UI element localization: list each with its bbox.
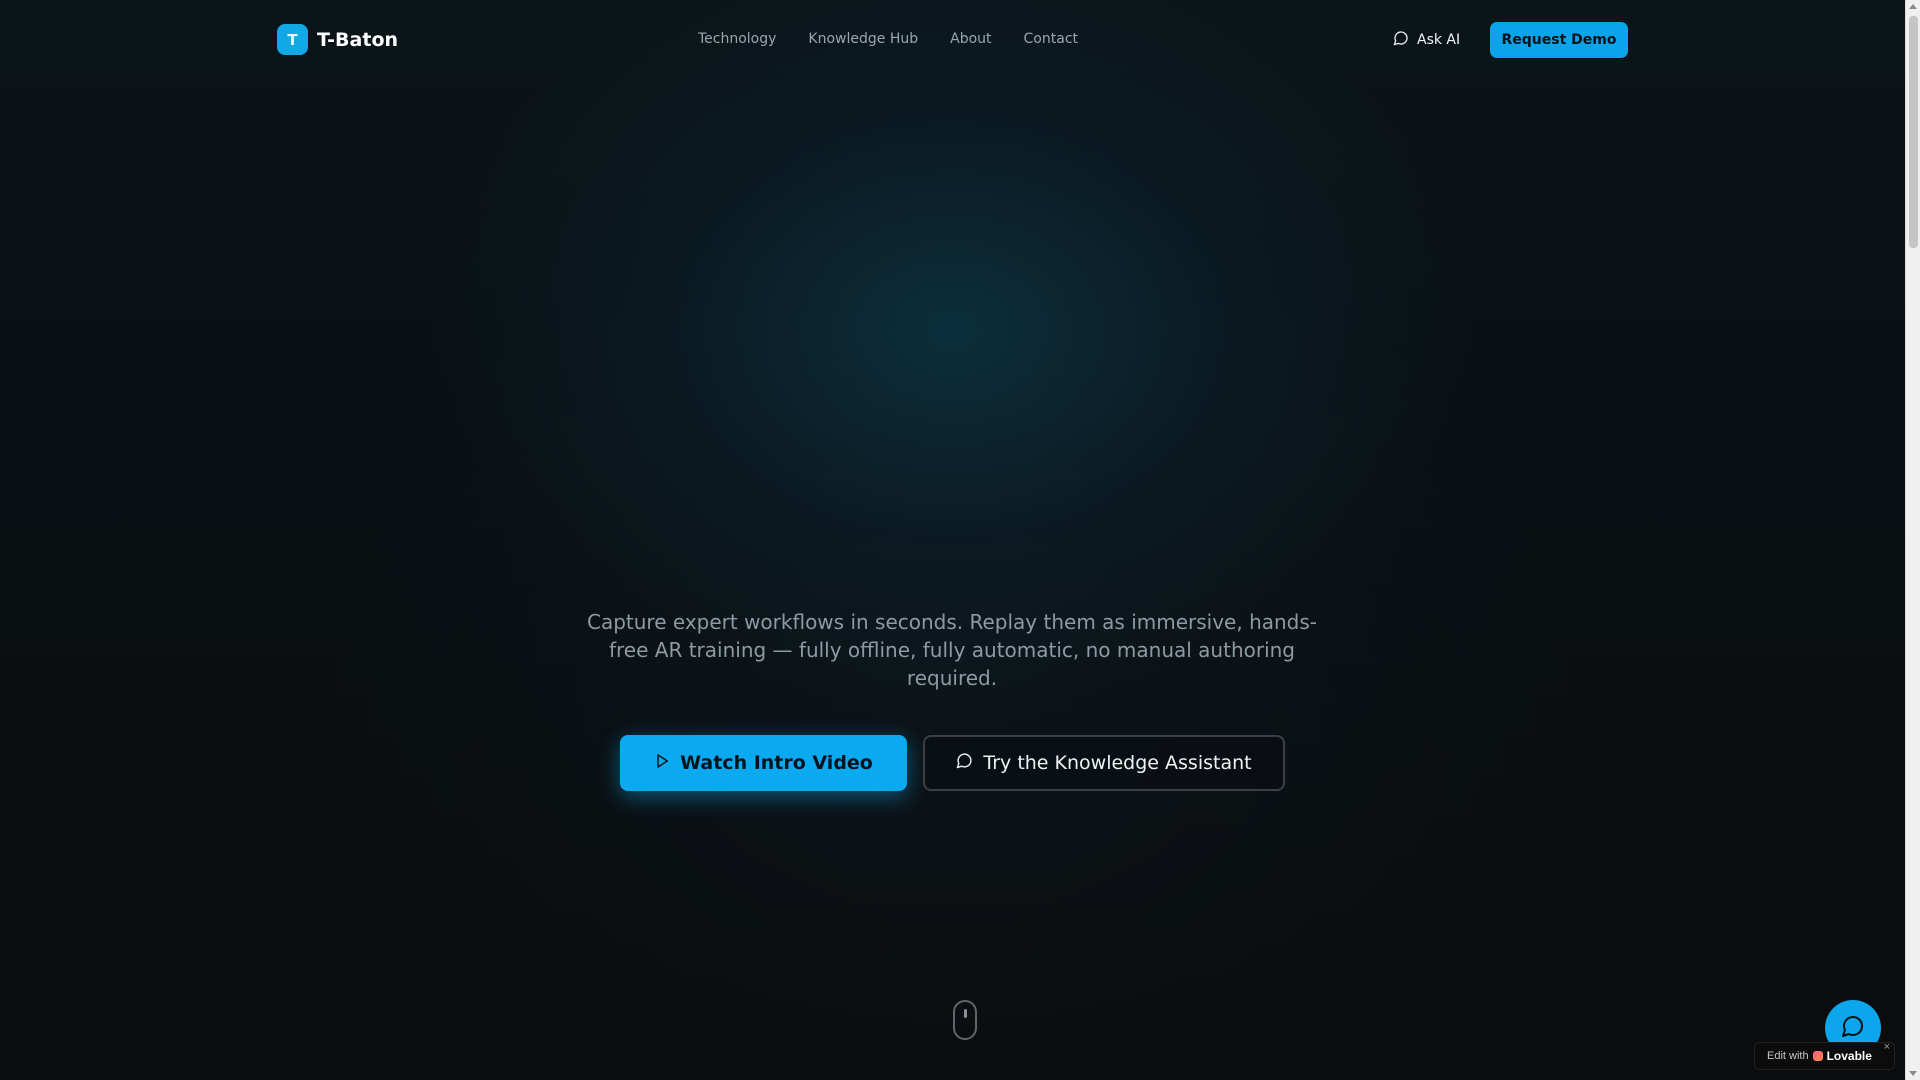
brand-mark-icon: T	[277, 24, 308, 55]
site-header: T T-Baton Technology Knowledge Hub About…	[0, 0, 1905, 80]
message-circle-icon	[1393, 30, 1409, 50]
lovable-heart-icon	[1812, 1051, 1823, 1061]
page-scrollbar[interactable]	[1905, 0, 1920, 1080]
brand-logo[interactable]: T T-Baton	[277, 24, 398, 55]
mouse-scroll-icon	[953, 1000, 977, 1040]
message-circle-icon	[1841, 1014, 1865, 1042]
watch-intro-video-button[interactable]: Watch Intro Video	[620, 735, 907, 791]
request-demo-button[interactable]: Request Demo	[1490, 22, 1628, 58]
message-circle-icon	[956, 752, 973, 774]
badge-brand: Lovable	[1826, 1049, 1872, 1063]
mouse-wheel	[964, 1009, 967, 1018]
edit-with-lovable-badge[interactable]: Edit with Lovable ×	[1754, 1041, 1895, 1070]
nav-item-about[interactable]: About	[950, 31, 991, 47]
ask-ai-label: Ask AI	[1417, 32, 1461, 48]
watch-intro-video-label: Watch Intro Video	[680, 752, 873, 774]
nav-item-contact[interactable]: Contact	[1024, 31, 1078, 47]
hero-subtitle: Capture expert workflows in seconds. Rep…	[586, 610, 1318, 690]
scroll-down-arrow-icon[interactable]	[1909, 1071, 1917, 1076]
play-icon	[654, 752, 670, 774]
main-nav: Technology Knowledge Hub About Contact	[698, 31, 1078, 47]
badge-prefix: Edit with	[1767, 1050, 1809, 1062]
try-knowledge-assistant-button[interactable]: Try the Knowledge Assistant	[923, 735, 1285, 791]
brand-name: T-Baton	[317, 28, 399, 51]
try-knowledge-assistant-label: Try the Knowledge Assistant	[983, 752, 1252, 774]
close-icon[interactable]: ×	[1884, 1041, 1890, 1053]
scroll-up-arrow-icon[interactable]	[1909, 4, 1917, 9]
nav-item-technology[interactable]: Technology	[698, 31, 776, 47]
hero-background	[0, 0, 1920, 1080]
ask-ai-button[interactable]: Ask AI	[1393, 30, 1460, 50]
scrollbar-thumb[interactable]	[1909, 16, 1918, 248]
nav-item-knowledge-hub[interactable]: Knowledge Hub	[808, 31, 918, 47]
